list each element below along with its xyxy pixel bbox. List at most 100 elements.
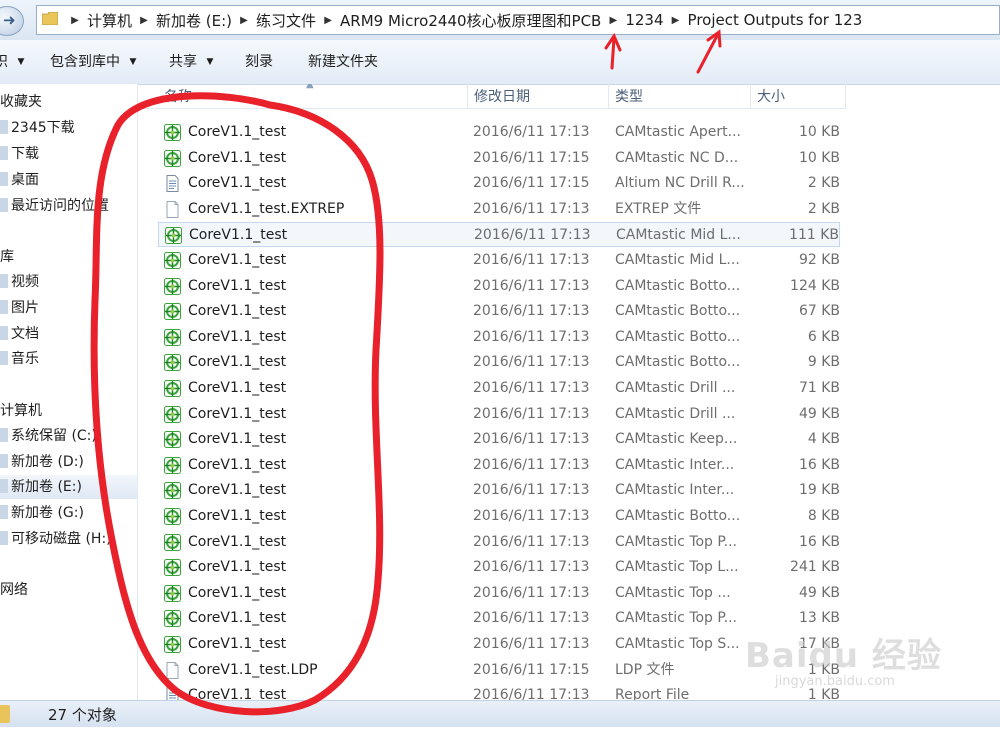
file-row[interactable]: CoreV1.1_test 2016/6/11 17:13 CAMtastic Bo… (158, 325, 840, 350)
breadcrumb-item[interactable]: 练习文件 (252, 10, 320, 31)
sidebar-item[interactable]: 新加卷 (D:) (0, 450, 84, 474)
sidebar-item[interactable]: 库 (0, 245, 14, 269)
file-row[interactable]: CoreV1.1_test 2016/6/11 17:13 CAMtastic Bo… (158, 299, 840, 324)
file-row[interactable]: CoreV1.1_test 2016/6/11 17:13 CAMtastic Bo… (158, 274, 840, 299)
sidebar-item[interactable]: 桌面 (0, 168, 39, 192)
breadcrumb-item[interactable]: 计算机 (83, 10, 136, 31)
sidebar-item[interactable]: 音乐 (0, 347, 39, 371)
sidebar-item-label: 2345下载 (11, 120, 75, 136)
file-row[interactable]: CoreV1.1_test 2016/6/11 17:15 Altium NC Dr… (158, 171, 840, 196)
file-date: 2016/6/11 17:13 (473, 508, 590, 524)
file-size: 10 KB (798, 149, 840, 166)
column-name[interactable]: 名称 (158, 84, 468, 108)
sidebar-item[interactable]: 图片 (0, 296, 39, 320)
sidebar-item[interactable]: 视频 (0, 270, 39, 294)
file-type: CAMtastic Botto... (615, 277, 741, 294)
file-date: 2016/6/11 17:13 (473, 584, 590, 601)
chevron-right-icon[interactable]: ▶ (320, 15, 336, 26)
camtastic-icon (164, 354, 181, 372)
chevron-right-icon[interactable]: ▶ (668, 15, 684, 26)
breadcrumb-item[interactable]: 新加卷 (E:) (152, 10, 236, 31)
sidebar-item[interactable]: 网络 (0, 578, 28, 602)
file-row[interactable]: CoreV1.1_test.EXTREP 2016/6/11 17:13 EXTRE… (158, 197, 840, 222)
sidebar-item[interactable]: 文档 (0, 322, 39, 346)
file-row[interactable]: CoreV1.1_test 2016/6/11 17:13 CAMtastic Mi… (158, 222, 840, 248)
file-row[interactable]: CoreV1.1_test 2016/6/11 17:13 Report File 1… (158, 683, 840, 700)
file-date: 2016/6/11 17:13 (473, 354, 590, 371)
file-row[interactable]: CoreV1.1_test 2016/6/11 17:13 CAMtastic Ke… (158, 427, 840, 452)
file-list: ▲ 名称 修改日期 类型 大小 CoreV1.1_test 2016/6/11 1… (138, 84, 1000, 700)
breadcrumb-item[interactable]: Project Outputs for 123 (684, 11, 867, 29)
file-type: CAMtastic Top S... (615, 636, 740, 652)
file-row[interactable]: CoreV1.1_test.LDP 2016/6/11 17:15 LDP 文件 1 … (158, 658, 840, 683)
chevron-right-icon[interactable]: ▶ (236, 15, 252, 26)
file-name: CoreV1.1_test (188, 431, 287, 448)
file-name: CoreV1.1_test.EXTREP (188, 200, 345, 217)
file-row[interactable]: CoreV1.1_test 2016/6/11 17:13 CAMtastic Dr… (158, 402, 840, 427)
sidebar-item[interactable]: 最近访问的位置 (0, 194, 109, 218)
file-row[interactable]: CoreV1.1_test 2016/6/11 17:13 CAMtastic To… (158, 606, 840, 631)
sidebar-item[interactable]: 系统保留 (C:) (0, 424, 97, 448)
file-date: 2016/6/11 17:13 (473, 277, 590, 294)
sidebar-item[interactable]: 下载 (0, 142, 39, 166)
file-row[interactable]: CoreV1.1_test 2016/6/11 17:13 CAMtastic In… (158, 453, 840, 478)
file-name: CoreV1.1_test (188, 456, 287, 473)
column-date-modified[interactable]: 修改日期 (468, 84, 609, 108)
command-bar: 织 ▼ 包含到库中 ▼ 共享 ▼ 刻录 新建文件夹 (0, 40, 1000, 85)
chevron-right-icon[interactable]: ▶ (136, 15, 152, 26)
file-row[interactable]: CoreV1.1_test 2016/6/11 17:15 CAMtastic NC… (158, 146, 840, 171)
share-menu[interactable]: 共享 ▼ (169, 40, 213, 84)
back-button[interactable]: ➜ (0, 6, 24, 36)
sidebar-item[interactable]: 可移动磁盘 (H:) (0, 527, 112, 551)
file-row[interactable]: CoreV1.1_test 2016/6/11 17:13 CAMtastic To… (158, 555, 840, 580)
status-bar: 27 个对象 (0, 700, 1000, 727)
file-row[interactable]: CoreV1.1_test 2016/6/11 17:13 CAMtastic To… (158, 530, 840, 555)
sidebar-item[interactable]: 计算机 (0, 399, 42, 423)
nav-item-icon (0, 505, 8, 519)
file-row[interactable]: CoreV1.1_test 2016/6/11 17:13 CAMtastic In… (158, 478, 840, 503)
file-type: CAMtastic Botto... (615, 354, 741, 371)
sidebar-item-label: 可移动磁盘 (H:) (11, 531, 112, 547)
breadcrumb[interactable]: ▶ 计算机 ▶ 新加卷 (E:) ▶ 练习文件 ▶ ARM9 Micro2440核心板原理图和… (36, 5, 1000, 35)
sidebar-item[interactable]: 收藏夹 (0, 90, 42, 114)
organize-label: 织 (0, 54, 8, 70)
column-size[interactable]: 大小 (751, 84, 846, 108)
column-header: ▲ 名称 修改日期 类型 大小 (138, 84, 846, 109)
blank-file-icon (164, 661, 181, 679)
sidebar-item[interactable]: 新加卷 (G:) (0, 501, 84, 525)
column-type[interactable]: 类型 (609, 84, 751, 108)
dropdown-arrow-icon: ▼ (206, 57, 214, 67)
burn-button[interactable]: 刻录 (245, 40, 273, 84)
file-name: CoreV1.1_test (188, 303, 287, 320)
file-size: 49 KB (798, 405, 840, 422)
nav-item-icon (0, 120, 8, 134)
include-in-library-menu[interactable]: 包含到库中 ▼ (50, 40, 136, 84)
watermark-logo: Baidu 经验 (745, 636, 942, 676)
file-type: Report File (615, 687, 690, 700)
file-name: CoreV1.1_test (188, 610, 287, 627)
navigation-pane: 收藏夹 2345下载下载 桌面 最近访问的位置库视频图片文档 音乐计算机 系统保留 (C:… (0, 84, 138, 700)
file-row[interactable]: CoreV1.1_test 2016/6/11 17:13 CAMtastic Dr… (158, 376, 840, 401)
organize-menu[interactable]: 织 ▼ (0, 40, 24, 84)
file-row[interactable]: CoreV1.1_test 2016/6/11 17:13 CAMtastic Bo… (158, 350, 840, 375)
camtastic-icon (164, 252, 181, 269)
file-row[interactable]: CoreV1.1_test 2016/6/11 17:13 CAMtastic Ap… (158, 120, 840, 145)
breadcrumb-item[interactable]: 1234 (621, 11, 667, 29)
sidebar-item-label: 视频 (11, 274, 39, 290)
file-row[interactable]: CoreV1.1_test 2016/6/11 17:13 CAMtastic To… (158, 581, 840, 606)
sidebar-item-label: 图片 (11, 300, 39, 316)
sidebar-item[interactable]: 新加卷 (E:) (0, 475, 137, 499)
file-row[interactable]: CoreV1.1_test 2016/6/11 17:13 CAMtastic Mi… (158, 248, 840, 273)
sidebar-item[interactable]: 2345下载 (0, 116, 75, 140)
chevron-right-icon[interactable]: ▶ (67, 15, 83, 26)
sidebar-item-label: 收藏夹 (0, 94, 42, 110)
file-name: CoreV1.1_test (188, 636, 287, 652)
new-folder-button[interactable]: 新建文件夹 (308, 40, 378, 84)
file-row[interactable]: CoreV1.1_test 2016/6/11 17:13 CAMtastic To… (158, 632, 840, 657)
camtastic-icon (164, 380, 181, 397)
nav-item-icon (0, 146, 8, 160)
chevron-right-icon[interactable]: ▶ (605, 15, 621, 26)
breadcrumb-item[interactable]: ARM9 Micro2440核心板原理图和PCB (336, 10, 605, 31)
file-type: LDP 文件 (615, 661, 675, 678)
file-row[interactable]: CoreV1.1_test 2016/6/11 17:13 CAMtastic Bo… (158, 504, 840, 529)
